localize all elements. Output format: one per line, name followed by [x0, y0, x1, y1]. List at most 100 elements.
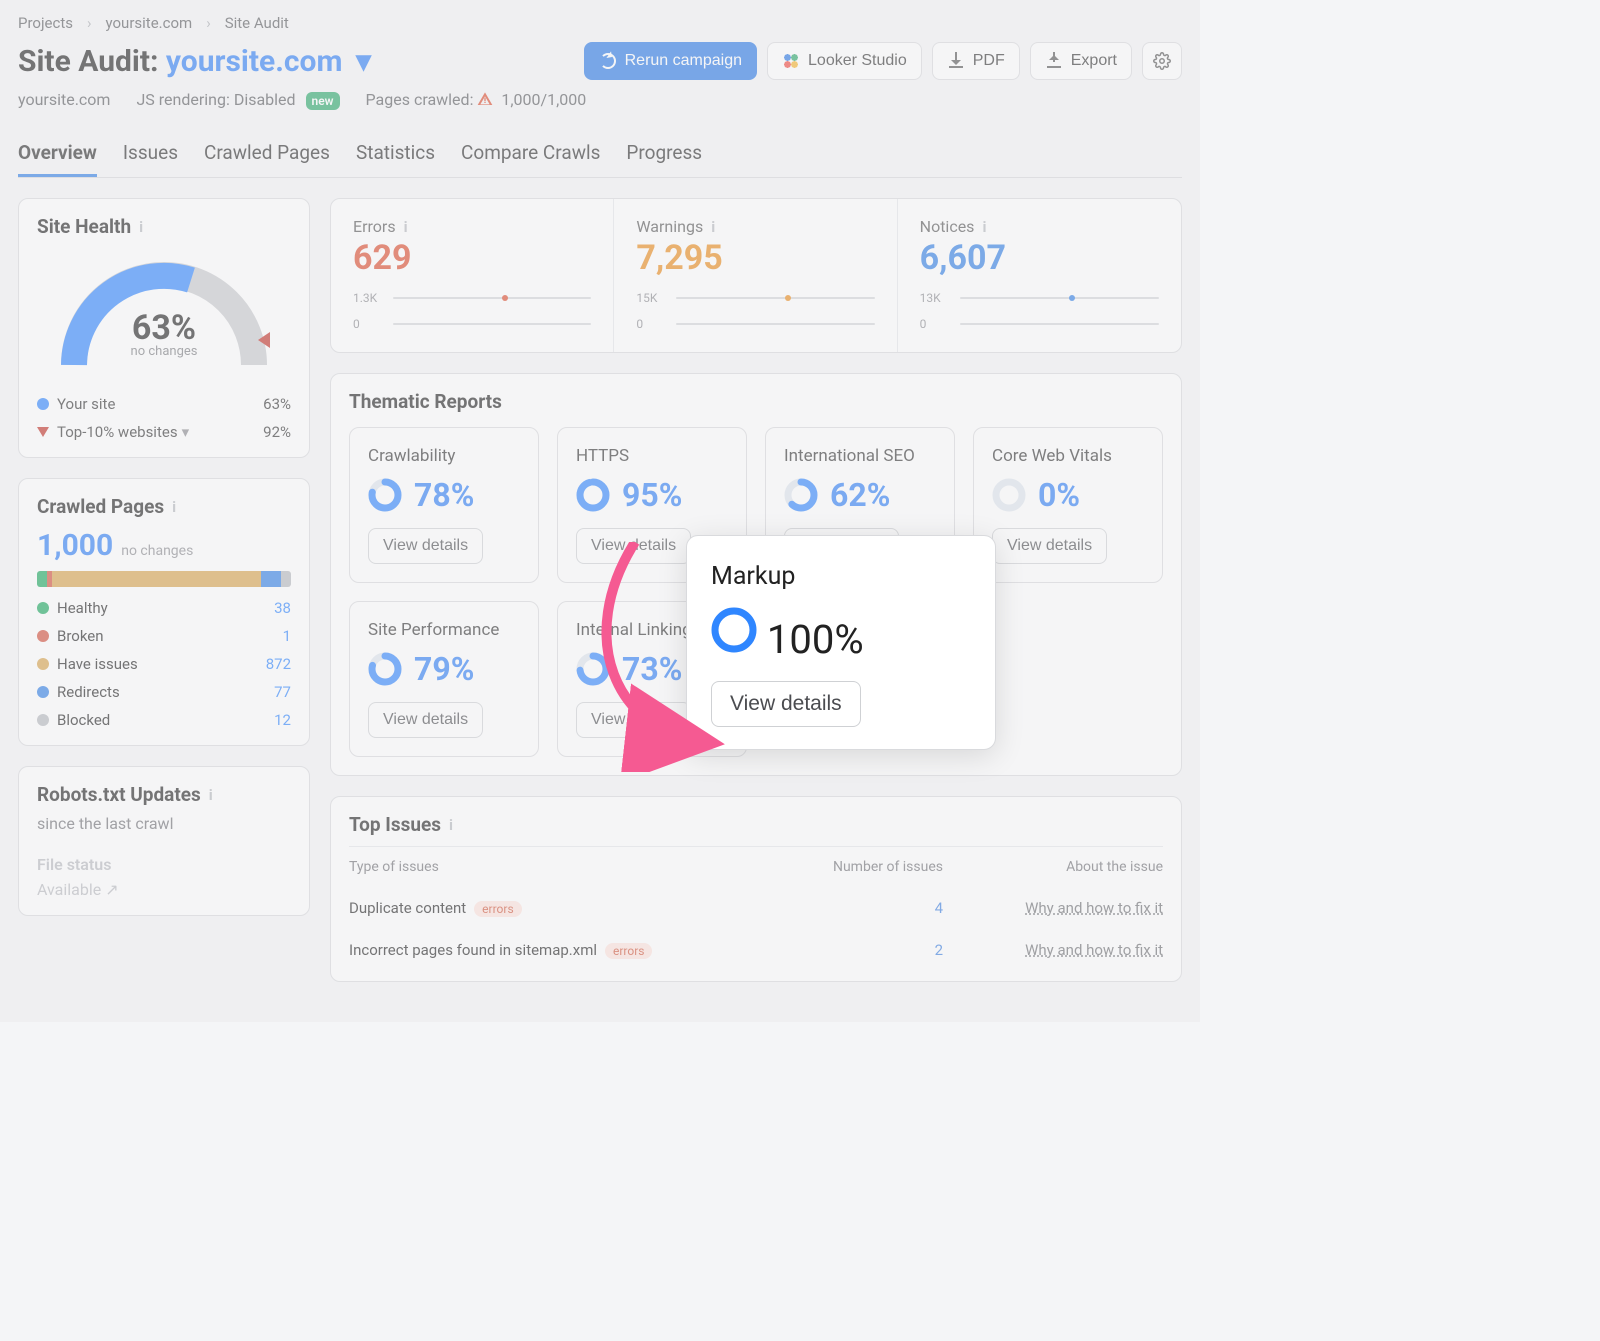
thematic-card-value: 73%	[622, 650, 682, 688]
breadcrumb-item[interactable]: Site Audit	[225, 14, 289, 32]
thematic-card-title: International SEO	[784, 446, 936, 466]
list-item[interactable]: Broken1	[37, 627, 291, 645]
top-issues-card: Top Issuesi Type of issues Number of iss…	[330, 796, 1182, 982]
list-item[interactable]: Have issues872	[37, 655, 291, 673]
list-item[interactable]: Healthy38	[37, 599, 291, 617]
tab-progress[interactable]: Progress	[626, 131, 702, 177]
looker-studio-button[interactable]: Looker Studio	[767, 42, 922, 80]
card-title: Top Issues	[349, 813, 441, 836]
tab-compare-crawls[interactable]: Compare Crawls	[461, 131, 600, 177]
thematic-card-value: 78%	[414, 476, 474, 514]
notices-value: 6,607	[920, 238, 1159, 278]
warnings-value: 7,295	[636, 238, 874, 278]
file-status-value[interactable]: Available ↗	[37, 880, 291, 899]
top10-expand[interactable]: Top-10% websites▾ 92%	[37, 423, 291, 441]
view-details-button[interactable]: View details	[368, 702, 483, 738]
card-title: Site Health	[37, 215, 131, 238]
thematic-card-value: 95%	[622, 476, 682, 514]
thematic-card-value: 79%	[414, 650, 474, 688]
chevron-right-icon: ›	[206, 14, 211, 32]
view-details-button[interactable]: View details	[576, 528, 691, 564]
robots-card: Robots.txt Updates i since the last craw…	[18, 766, 310, 916]
markup-popout-card: Markup 100% View details	[686, 535, 996, 750]
crawled-pages-card: Crawled Pages i 1,000 no changes Healthy…	[18, 478, 310, 746]
tab-issues[interactable]: Issues	[123, 131, 178, 177]
new-badge: new	[306, 92, 340, 110]
progress-ring-icon	[576, 652, 610, 686]
legend-dot-icon	[37, 714, 49, 726]
pages-crawled: Pages crawled: 1,000/1,000	[366, 90, 587, 109]
info-icon[interactable]: i	[449, 816, 453, 834]
progress-ring-icon	[368, 652, 402, 686]
breadcrumb-item[interactable]: yoursite.com	[106, 14, 193, 32]
progress-ring-icon	[784, 478, 818, 512]
legend-dot-icon	[37, 658, 49, 670]
issue-count[interactable]: 4	[743, 899, 943, 917]
refresh-icon	[599, 52, 617, 70]
legend-dot-icon	[37, 630, 49, 642]
upload-icon	[1045, 52, 1063, 70]
view-details-button[interactable]: View details	[711, 681, 861, 727]
tab-crawled-pages[interactable]: Crawled Pages	[204, 131, 330, 177]
download-icon	[947, 52, 965, 70]
tabs: Overview Issues Crawled Pages Statistics…	[18, 131, 1182, 178]
external-link-icon: ↗	[105, 880, 118, 899]
info-icon[interactable]: i	[209, 786, 213, 804]
tab-statistics[interactable]: Statistics	[356, 131, 435, 177]
view-details-button[interactable]: View details	[992, 528, 1107, 564]
js-rendering-status: JS rendering: Disabled new	[136, 90, 339, 109]
progress-ring-icon	[576, 478, 610, 512]
popout-value: 100%	[767, 616, 864, 663]
issue-count[interactable]: 2	[743, 941, 943, 959]
errors-value: 629	[353, 238, 591, 278]
export-button[interactable]: Export	[1030, 42, 1132, 80]
no-changes-label: no changes	[54, 344, 274, 359]
error-tag: errors	[474, 901, 521, 917]
thematic-card-title: Site Performance	[368, 620, 520, 640]
table-row[interactable]: Duplicate contenterrors4Why and how to f…	[349, 887, 1163, 929]
chevron-down-icon: ▾	[182, 423, 190, 441]
thematic-card-title: Core Web Vitals	[992, 446, 1144, 466]
table-row[interactable]: Incorrect pages found in sitemap.xmlerro…	[349, 929, 1163, 971]
warning-icon	[477, 91, 493, 107]
info-icon[interactable]: i	[711, 218, 715, 236]
info-icon[interactable]: i	[982, 218, 986, 236]
settings-button[interactable]	[1142, 42, 1182, 80]
benchmark-marker-icon	[258, 332, 270, 348]
domain-switcher[interactable]: yoursite.com ▾	[166, 44, 371, 79]
error-tag: errors	[605, 943, 652, 959]
stats-card: Errorsi 629 1.3K 0 Warningsi 7,295 15K 0	[330, 198, 1182, 353]
view-details-button[interactable]: View details	[576, 702, 691, 738]
progress-ring-icon	[368, 478, 402, 512]
thematic-card: Crawlability 78% View details	[349, 427, 539, 583]
chevron-right-icon: ›	[87, 14, 92, 32]
gear-icon	[1153, 52, 1171, 70]
why-link[interactable]: Why and how to fix it	[943, 899, 1163, 917]
view-details-button[interactable]: View details	[368, 528, 483, 564]
breadcrumb-item[interactable]: Projects	[18, 14, 73, 32]
thematic-card-value: 0%	[1038, 476, 1080, 514]
info-icon[interactable]: i	[404, 218, 408, 236]
list-item[interactable]: Blocked12	[37, 711, 291, 729]
crawled-segmented-bar	[37, 571, 291, 587]
progress-ring-icon	[711, 616, 757, 663]
domain-label: yoursite.com	[18, 90, 110, 109]
thematic-card-title: Crawlability	[368, 446, 520, 466]
card-title: Crawled Pages	[37, 495, 164, 518]
chevron-down-icon: ▾	[356, 44, 371, 79]
tab-overview[interactable]: Overview	[18, 131, 97, 177]
list-item[interactable]: Redirects77	[37, 683, 291, 701]
pdf-button[interactable]: PDF	[932, 42, 1020, 80]
card-title: Thematic Reports	[349, 390, 502, 413]
why-link[interactable]: Why and how to fix it	[943, 941, 1163, 959]
info-icon[interactable]: i	[172, 498, 176, 516]
sparkline	[960, 297, 1159, 299]
thematic-card-title: HTTPS	[576, 446, 728, 466]
triangle-down-icon	[37, 427, 49, 437]
popout-title: Markup	[711, 562, 971, 591]
info-icon[interactable]: i	[139, 218, 143, 236]
sparkline	[393, 297, 591, 299]
crawled-total: 1,000	[37, 528, 113, 563]
legend-dot-icon	[37, 398, 49, 410]
rerun-campaign-button[interactable]: Rerun campaign	[584, 42, 757, 80]
